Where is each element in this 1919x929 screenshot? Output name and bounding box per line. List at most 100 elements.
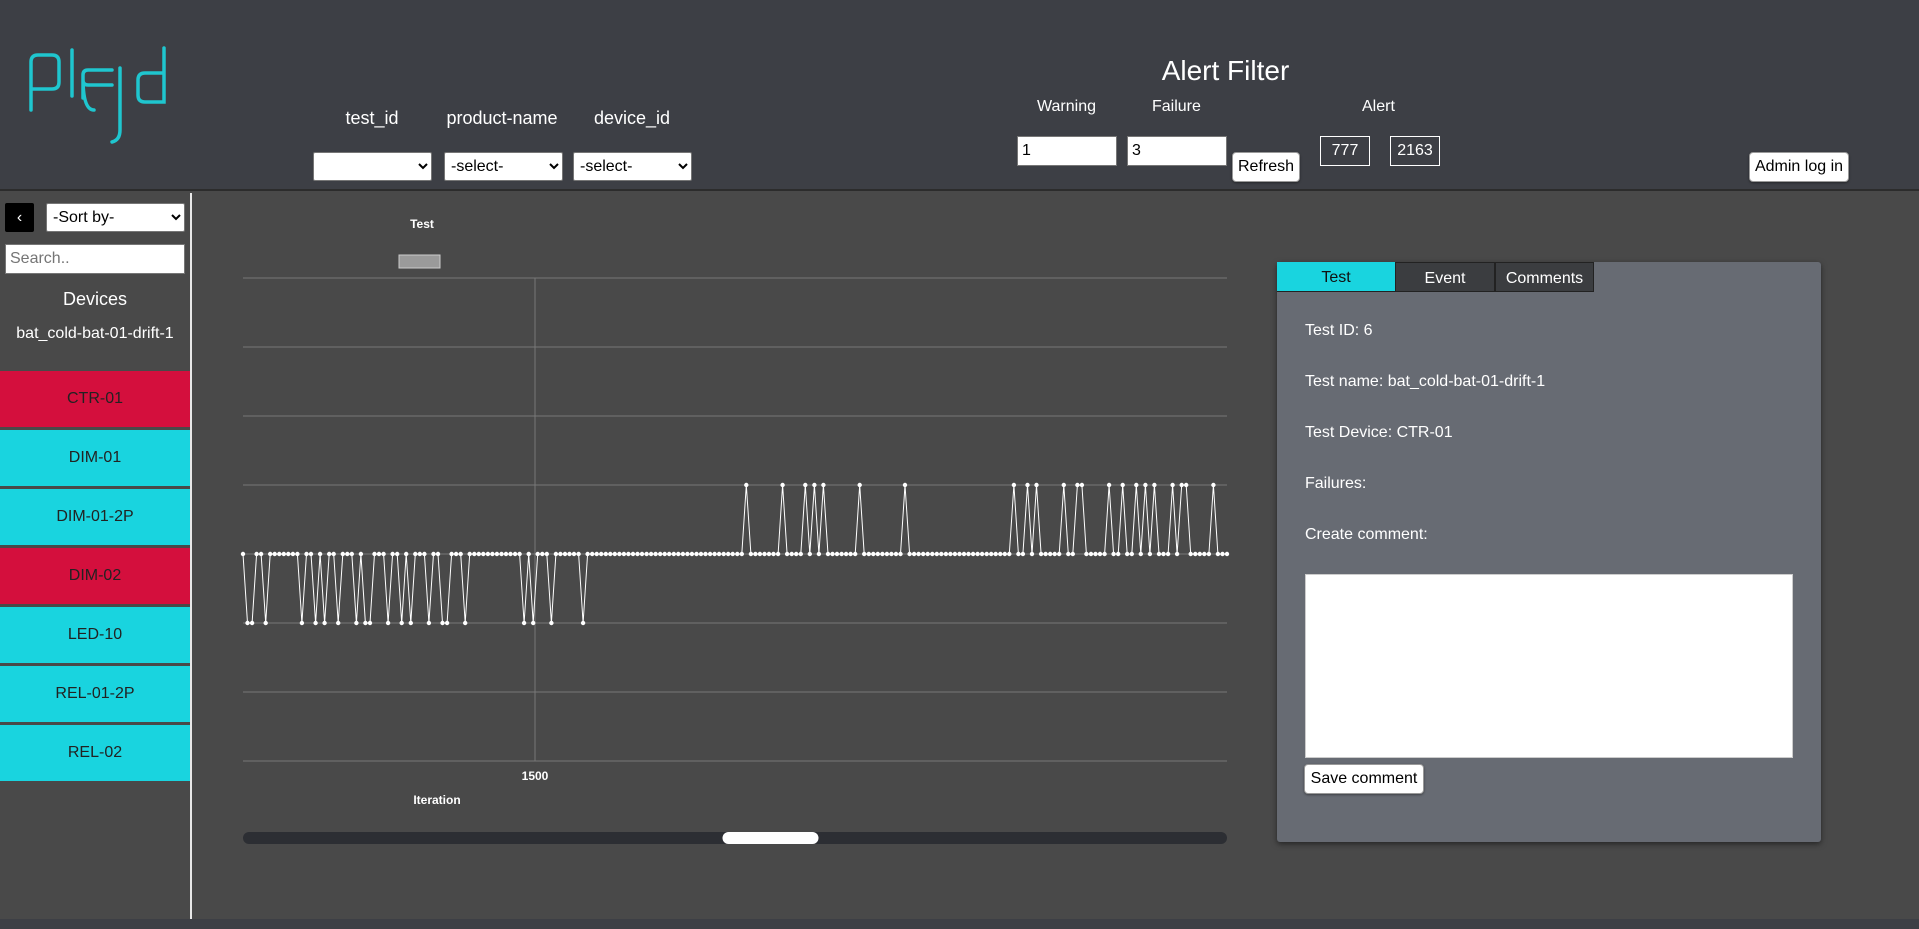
device-item-dim-02[interactable]: DIM-02 [0, 548, 190, 604]
data-point[interactable] [667, 551, 672, 557]
data-point[interactable] [644, 551, 649, 557]
comment-textarea[interactable] [1305, 574, 1793, 758]
data-point[interactable] [286, 551, 291, 557]
data-point[interactable] [1147, 551, 1153, 557]
data-point[interactable] [399, 620, 404, 626]
data-point[interactable] [1211, 482, 1216, 488]
data-point[interactable] [549, 620, 554, 626]
data-point[interactable] [889, 551, 894, 557]
data-point[interactable] [313, 620, 318, 626]
failure-input[interactable] [1127, 136, 1227, 166]
data-point[interactable] [263, 620, 268, 626]
data-point[interactable] [1048, 551, 1053, 557]
data-point[interactable] [939, 551, 944, 557]
data-point[interactable] [281, 551, 286, 557]
data-point[interactable] [408, 620, 413, 626]
data-point[interactable] [1066, 551, 1071, 557]
data-point[interactable] [1029, 551, 1035, 557]
data-point[interactable] [1170, 482, 1175, 488]
data-point[interactable] [843, 551, 849, 557]
data-point[interactable] [848, 551, 853, 557]
data-point[interactable] [435, 551, 441, 557]
search-input[interactable] [5, 244, 185, 274]
data-point[interactable] [413, 551, 418, 557]
data-point[interactable] [975, 551, 980, 557]
data-point[interactable] [494, 551, 500, 557]
data-point[interactable] [916, 551, 921, 557]
data-point[interactable] [599, 551, 604, 557]
data-point[interactable] [1125, 551, 1130, 557]
data-point[interactable] [744, 482, 749, 488]
data-point[interactable] [458, 551, 463, 557]
data-point[interactable] [621, 551, 627, 557]
data-point[interactable] [803, 482, 808, 488]
data-point[interactable] [1120, 482, 1125, 488]
data-point[interactable] [426, 620, 432, 626]
data-point[interactable] [1165, 551, 1171, 557]
data-point[interactable] [363, 620, 368, 626]
device-item-rel-02[interactable]: REL-02 [0, 725, 190, 781]
data-point[interactable] [821, 482, 826, 488]
data-point[interactable] [893, 551, 899, 557]
data-point[interactable] [853, 551, 858, 557]
data-point[interactable] [898, 551, 903, 557]
data-point[interactable] [517, 551, 522, 557]
data-point[interactable] [1197, 551, 1202, 557]
data-point[interactable] [716, 551, 722, 557]
data-point[interactable] [1179, 482, 1184, 488]
data-point[interactable] [757, 551, 763, 557]
data-point[interactable] [576, 551, 581, 557]
data-point[interactable] [463, 620, 468, 626]
data-point[interactable] [1034, 482, 1039, 488]
data-point[interactable] [1061, 482, 1066, 488]
data-point[interactable] [998, 551, 1003, 557]
admin-login-button[interactable]: Admin log in [1749, 152, 1849, 182]
data-point[interactable] [866, 551, 871, 557]
data-point[interactable] [934, 551, 939, 557]
data-point[interactable] [662, 551, 667, 557]
data-point[interactable] [508, 551, 513, 557]
data-point[interactable] [775, 551, 781, 557]
tab-event[interactable]: Event [1395, 262, 1495, 292]
chart-scrollbar-thumb[interactable] [722, 832, 819, 844]
data-point[interactable] [381, 551, 386, 557]
data-point[interactable] [875, 551, 880, 557]
data-point[interactable] [512, 551, 518, 557]
data-point[interactable] [376, 551, 382, 557]
data-point[interactable] [1070, 551, 1075, 557]
data-point[interactable] [676, 551, 681, 557]
data-point[interactable] [1025, 482, 1030, 488]
data-point[interactable] [590, 551, 595, 557]
data-point[interactable] [671, 551, 676, 557]
data-point[interactable] [834, 551, 840, 557]
product-name-select[interactable]: -select- [444, 152, 563, 181]
data-point[interactable] [1143, 482, 1148, 488]
data-point[interactable] [1220, 551, 1225, 557]
data-point[interactable] [1174, 551, 1180, 557]
data-point[interactable] [617, 551, 622, 557]
data-point[interactable] [1020, 551, 1026, 557]
data-point[interactable] [766, 551, 772, 557]
data-point[interactable] [603, 551, 608, 557]
data-point[interactable] [694, 551, 699, 557]
data-point[interactable] [943, 551, 949, 557]
data-point[interactable] [453, 551, 459, 557]
legend-swatch[interactable] [398, 254, 441, 269]
data-point[interactable] [784, 551, 790, 557]
data-point[interactable] [921, 551, 926, 557]
data-point[interactable] [354, 620, 359, 626]
data-point[interactable] [989, 551, 994, 557]
data-point[interactable] [594, 551, 599, 557]
data-point[interactable] [1093, 551, 1098, 557]
data-point[interactable] [521, 620, 527, 626]
data-point[interactable] [553, 551, 559, 557]
data-point[interactable] [535, 551, 540, 557]
data-point[interactable] [422, 551, 427, 557]
data-point[interactable] [984, 551, 989, 557]
data-point[interactable] [966, 551, 971, 557]
data-point[interactable] [1079, 482, 1085, 488]
data-point[interactable] [762, 551, 767, 557]
data-point[interactable] [1075, 482, 1080, 488]
data-point[interactable] [277, 551, 282, 557]
data-point[interactable] [299, 620, 305, 626]
